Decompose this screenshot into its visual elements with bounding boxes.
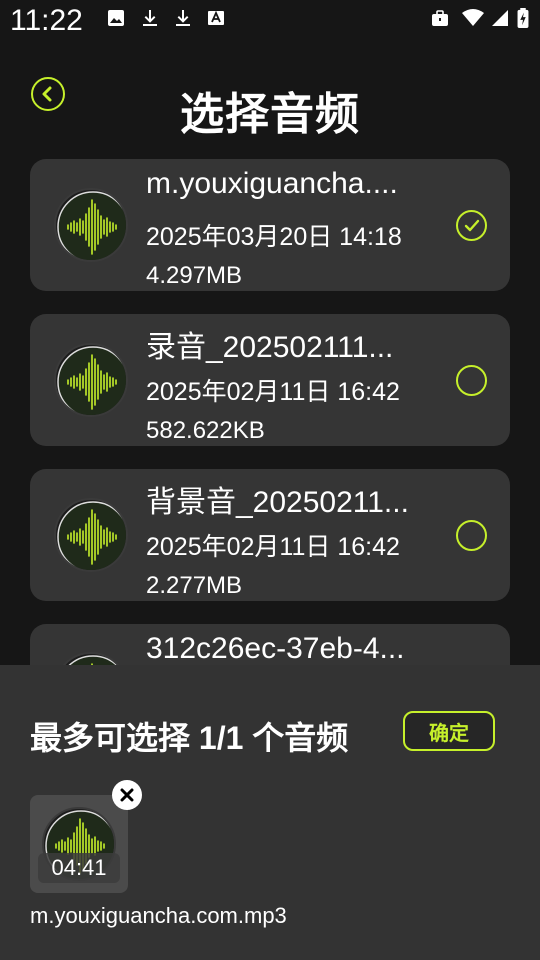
audio-waveform-icon bbox=[54, 188, 128, 262]
selected-file-name: m.youxiguancha.com.mp3 bbox=[30, 903, 287, 928]
wifi-icon bbox=[462, 9, 484, 26]
confirm-button[interactable]: 确定 bbox=[403, 711, 495, 751]
selection-panel: 最多可选择 1/1 个音频 确定 04:41 m.youxiguancha.co… bbox=[0, 665, 540, 960]
audio-size: 582.622KB bbox=[146, 417, 265, 444]
audio-waveform-icon bbox=[54, 498, 128, 572]
text-a-icon bbox=[208, 10, 224, 25]
audio-file-name: 312c26ec-37eb-4... bbox=[146, 632, 405, 665]
audio-duration: 04:41 bbox=[38, 853, 120, 883]
audio-file-name: 背景音_20250211... bbox=[146, 486, 409, 519]
briefcase-icon bbox=[432, 10, 448, 26]
audio-list: m.youxiguancha.... 2025年03月20日 14:18 4.2… bbox=[30, 159, 510, 694]
battery-charging-icon bbox=[517, 8, 529, 28]
audio-date: 2025年02月11日 16:42 bbox=[146, 378, 400, 406]
audio-waveform-icon bbox=[54, 343, 128, 417]
header: 选择音频 bbox=[0, 60, 540, 140]
audio-item[interactable]: 背景音_20250211... 2025年02月11日 16:42 2.277M… bbox=[30, 469, 510, 601]
audio-date: 2025年03月20日 14:18 bbox=[146, 223, 402, 251]
image-icon bbox=[108, 10, 124, 26]
status-bar: 11:22 bbox=[0, 0, 540, 44]
remove-selected-button[interactable] bbox=[112, 780, 142, 810]
download-icon bbox=[176, 10, 190, 26]
audio-date: 2025年02月11日 16:42 bbox=[146, 533, 400, 561]
select-radio[interactable] bbox=[456, 365, 487, 396]
selected-check-icon[interactable] bbox=[456, 210, 487, 241]
audio-file-name: m.youxiguancha.... bbox=[146, 167, 398, 200]
audio-item[interactable]: 录音_202502111... 2025年02月11日 16:42 582.62… bbox=[30, 314, 510, 446]
audio-size: 2.277MB bbox=[146, 572, 243, 599]
audio-size: 4.297MB bbox=[146, 262, 243, 289]
close-icon bbox=[120, 788, 134, 802]
audio-file-name: 录音_202502111... bbox=[146, 331, 394, 364]
select-radio[interactable] bbox=[456, 520, 487, 551]
selected-audio-thumbnail[interactable]: 04:41 bbox=[30, 795, 128, 893]
download-icon bbox=[143, 10, 157, 26]
audio-item[interactable]: m.youxiguancha.... 2025年03月20日 14:18 4.2… bbox=[30, 159, 510, 291]
page-title: 选择音频 bbox=[180, 90, 360, 139]
selection-limit-text: 最多可选择 1/1 个音频 bbox=[30, 720, 349, 756]
signal-icon bbox=[492, 10, 508, 26]
status-time: 11:22 bbox=[10, 4, 83, 37]
